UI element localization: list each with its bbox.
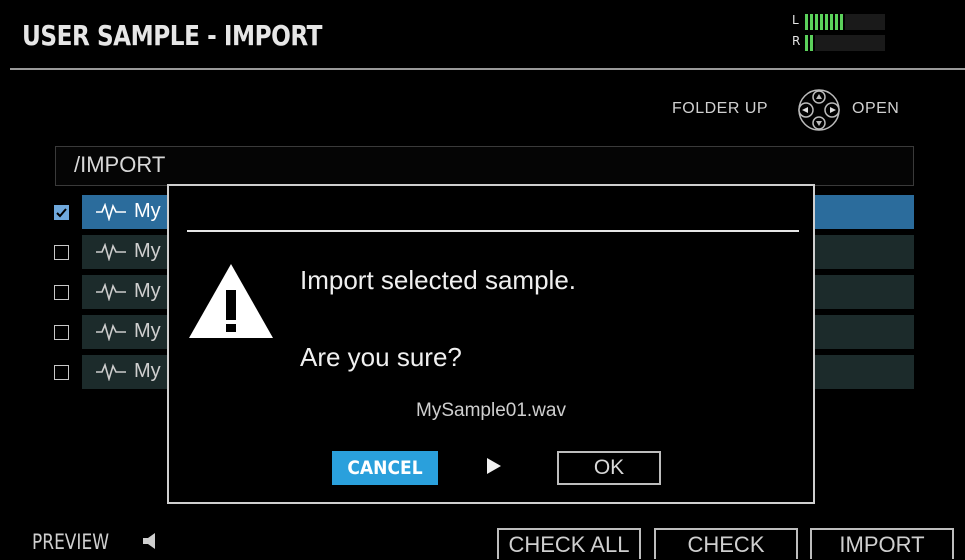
nav-hint: FOLDER UP OPEN bbox=[672, 88, 912, 132]
header: USER SAMPLE - IMPORT L R bbox=[10, 8, 965, 70]
level-meter-left-label: L bbox=[792, 13, 799, 27]
dialog-divider bbox=[187, 230, 799, 232]
waveform-icon bbox=[96, 363, 126, 381]
dialog-question: Are you sure? bbox=[300, 342, 462, 372]
file-name: My bbox=[134, 360, 161, 382]
checkbox[interactable] bbox=[54, 325, 69, 340]
warning-icon bbox=[189, 264, 273, 338]
level-meter-right: R bbox=[792, 33, 892, 51]
waveform-icon bbox=[96, 283, 126, 301]
checkbox[interactable] bbox=[54, 205, 69, 220]
ok-button[interactable]: OK bbox=[557, 451, 661, 485]
file-name: My bbox=[134, 280, 161, 302]
import-button[interactable]: IMPORT bbox=[810, 528, 954, 559]
checkbox[interactable] bbox=[54, 245, 69, 260]
path-bar: /IMPORT bbox=[55, 146, 914, 186]
dialog-message: Import selected sample. bbox=[300, 265, 577, 295]
file-name: My bbox=[134, 320, 161, 342]
speaker-icon bbox=[143, 533, 155, 549]
waveform-icon bbox=[96, 323, 126, 341]
level-meter-right-fill bbox=[805, 35, 815, 51]
level-meter: L R bbox=[792, 12, 892, 56]
dialog-filename: MySample01.wav bbox=[416, 400, 566, 421]
page-title: USER SAMPLE - IMPORT bbox=[22, 19, 322, 52]
file-name: My bbox=[134, 240, 161, 262]
open-label: OPEN bbox=[852, 100, 900, 117]
level-meter-left: L bbox=[792, 12, 892, 30]
check-all-button[interactable]: CHECK ALL bbox=[497, 528, 641, 559]
checkbox[interactable] bbox=[54, 365, 69, 380]
level-meter-right-label: R bbox=[792, 34, 801, 48]
check-button[interactable]: CHECK bbox=[654, 528, 798, 559]
file-name: My bbox=[134, 200, 161, 222]
device-screen: USER SAMPLE - IMPORT L R FOLDER UP OPEN … bbox=[0, 0, 965, 559]
waveform-icon bbox=[96, 243, 126, 261]
waveform-icon bbox=[96, 203, 126, 221]
current-path: /IMPORT bbox=[74, 152, 166, 177]
cancel-button[interactable]: CANCEL bbox=[332, 451, 438, 485]
play-arrow-icon bbox=[487, 458, 501, 474]
preview-label[interactable]: PREVIEW bbox=[32, 530, 109, 554]
level-meter-left-fill bbox=[805, 14, 845, 30]
checkbox[interactable] bbox=[54, 285, 69, 300]
dpad-icon bbox=[790, 88, 848, 132]
folder-up-label: FOLDER UP bbox=[672, 100, 769, 117]
confirm-dialog: Import selected sample. Are you sure? My… bbox=[167, 184, 815, 504]
